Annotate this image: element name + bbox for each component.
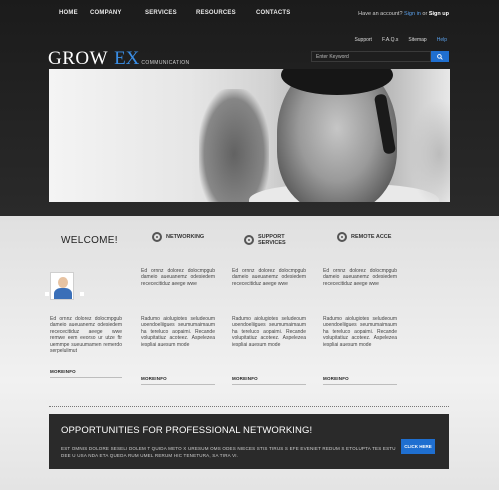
avatar-prev-icon[interactable] (45, 292, 49, 296)
search-button[interactable] (431, 51, 449, 62)
utility-links: Support F.A.Q.s Sitemap Help (344, 37, 447, 43)
nav-company[interactable]: COMPANY (90, 10, 145, 16)
account-or: or (422, 11, 428, 17)
networking-heading: NETWORKING (152, 232, 204, 242)
logo-tagline: COMMUNICATION (141, 60, 190, 66)
sitemap-link[interactable]: Sitemap (408, 37, 426, 43)
remote-access-text-1: Ed ornnz dolorez dolocmpgub dameio aueua… (323, 268, 397, 287)
avatar-head (58, 277, 68, 288)
networking-text-2: Radumo aiolugiotes seludeoum uoendoeliig… (141, 316, 215, 348)
sign-up-link[interactable]: Sign up (429, 11, 449, 17)
remote-access-divider (323, 384, 397, 385)
main-nav: HOME COMPANY SERVICES RESOURCES CONTACTS (50, 10, 316, 16)
remote-access-icon (337, 232, 347, 242)
support-more-link[interactable]: MOREINFO (232, 376, 258, 381)
account-bar: Have an account? Sign in or Sign up (358, 11, 449, 17)
faq-link[interactable]: F.A.Q.s (382, 37, 398, 43)
avatar-body (54, 288, 72, 299)
hero-image (49, 69, 450, 202)
hero-blurred-background (409, 99, 450, 202)
search-input[interactable] (311, 51, 431, 62)
search-icon (437, 53, 443, 60)
logo-word-grow: GROW (48, 48, 109, 69)
support-text-1: Ed ornnz dolorez dolocmpgub dameio aueua… (232, 268, 306, 287)
support-icon (244, 235, 254, 245)
help-link[interactable]: Help (437, 37, 447, 43)
avatar-next-icon[interactable] (80, 292, 84, 296)
welcome-title: WELCOME! (61, 235, 118, 246)
remote-access-more-link[interactable]: MOREINFO (323, 376, 349, 381)
welcome-divider (50, 377, 122, 378)
opportunities-title: OPPORTUNITIES FOR PROFESSIONAL NETWORKIN… (61, 425, 313, 436)
support-heading: SUPPORT SERVICES (244, 234, 290, 246)
nav-services[interactable]: SERVICES (145, 10, 196, 16)
hero-blurred-person (199, 89, 269, 202)
support-divider (232, 384, 306, 385)
opportunities-banner: OPPORTUNITIES FOR PROFESSIONAL NETWORKIN… (49, 414, 449, 469)
welcome-more-link[interactable]: MOREINFO (50, 369, 76, 374)
click-here-button[interactable]: CLICK HERE (401, 439, 435, 454)
remote-access-text-2: Radumo aiolugiotes seludeoum uoendoeliig… (323, 316, 397, 348)
nav-home[interactable]: HOME (50, 10, 90, 16)
networking-text-1: Ed ornnz dolorez dolocmpgub dameio aueua… (141, 268, 215, 287)
avatar (50, 272, 74, 300)
welcome-text: Ed ornnz dolorez dolocmpgub dameio aueua… (50, 316, 122, 355)
support-text-2: Radumo aiolugiotes seludeoum uoendoeliig… (232, 316, 306, 348)
nav-resources[interactable]: RESOURCES (196, 10, 256, 16)
account-prompt: Have an account? (358, 11, 403, 17)
nav-contacts[interactable]: CONTACTS (256, 10, 316, 16)
section-divider (49, 406, 449, 407)
remote-access-heading: REMOTE ACCE (337, 232, 391, 242)
support-link[interactable]: Support (354, 37, 372, 43)
networking-more-link[interactable]: MOREINFO (141, 376, 167, 381)
network-icon (152, 232, 162, 242)
sign-in-link[interactable]: Sign in (404, 11, 421, 17)
site-logo[interactable]: GROW EX COMMUNICATION (48, 48, 190, 70)
opportunities-text: EST OMNIS DOLORE SESELI DOLEM T QUIDA ME… (61, 446, 396, 458)
networking-divider (141, 384, 215, 385)
logo-word-ex: EX (114, 48, 140, 69)
search-box (311, 51, 449, 62)
